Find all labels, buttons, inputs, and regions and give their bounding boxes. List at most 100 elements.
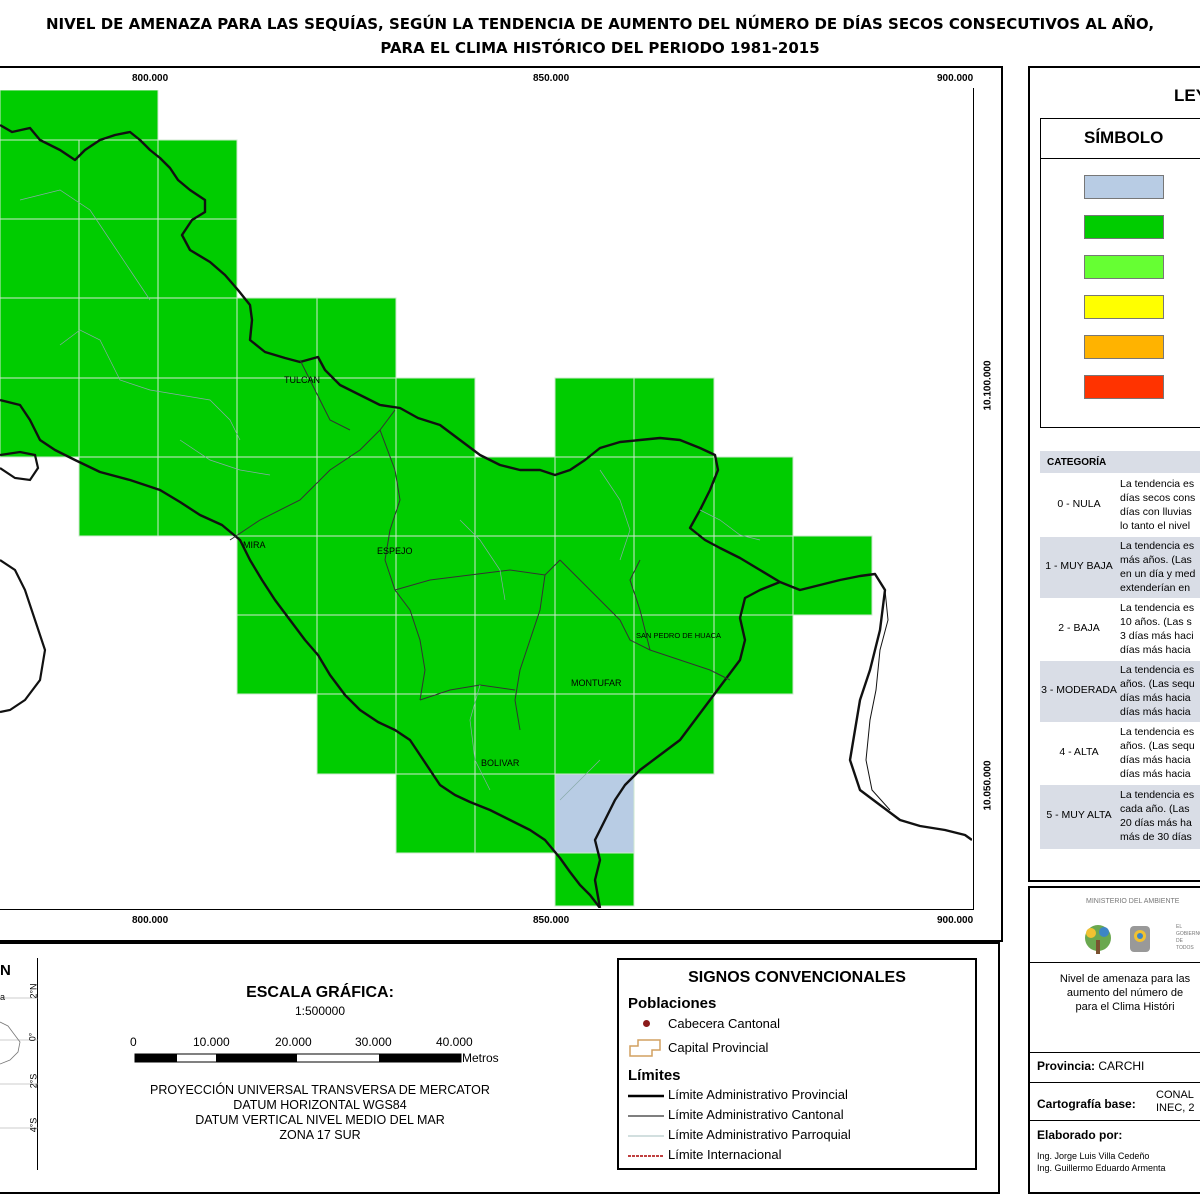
cartografia-label: Cartografía base:: [1037, 1097, 1136, 1111]
grid-cell: [395, 614, 476, 695]
y-tick-10050000: 10.050.000: [982, 760, 994, 811]
category-row: 3 - MODERADA La tendencia es años. (Las s…: [1040, 661, 1200, 722]
ministry-label: MINISTERIO DEL AMBIENTE: [1086, 898, 1180, 905]
place-label-san-pedro-de-huaca: SAN PEDRO DE HUACA: [636, 631, 722, 640]
provincia-value: CARCHI: [1098, 1059, 1145, 1073]
x-tick-bottom-800: 800.000: [132, 915, 169, 926]
category-desc: La tendencia es más años. (Las en un día y…: [1120, 540, 1196, 594]
scale-unit: Metros: [462, 1051, 499, 1065]
legend-swatch-2: [1084, 255, 1164, 279]
grid-cell: [633, 456, 715, 537]
map-title: NIVEL DE AMENAZA PARA LAS SEQUÍAS, SEGÚN…: [0, 12, 1200, 60]
threat-grid: [0, 90, 873, 907]
grid-cell: [236, 456, 318, 537]
cartografia-value: CONAL INEC, 2: [1156, 1089, 1195, 1114]
provincia-label: Provincia:: [1037, 1059, 1096, 1073]
category-name: 2 - BAJA: [1058, 622, 1100, 634]
signs-limit-cantonal: Límite Administrativo Cantonal: [668, 1107, 844, 1122]
category-table: CATEGORÍA 0 - NULA La tendencia es días s…: [1040, 451, 1200, 857]
provincia-row: Provincia: CARCHI: [1037, 1059, 1144, 1073]
grid-cell: [713, 535, 794, 616]
signs-limit-provincial: Límite Administrativo Provincial: [668, 1087, 848, 1102]
grid-cell: [78, 139, 159, 220]
scale-tick-10000: 10.000: [193, 1035, 230, 1049]
category-header-row: CATEGORÍA: [1040, 451, 1200, 473]
signs-poblaciones: Poblaciones: [628, 995, 717, 1012]
info-divider-2: [1030, 1052, 1200, 1053]
grid-cell: [633, 693, 715, 775]
x-tick-top-900: 900.000: [937, 73, 974, 84]
grid-cell: [236, 377, 318, 458]
signs-limit-international: Límite Internacional: [668, 1147, 782, 1162]
grid-cell: [713, 614, 794, 695]
signs-limit-parroquial: Límite Administrativo Parroquial: [668, 1127, 851, 1142]
grid-cell: [554, 693, 635, 775]
inset-lat-2s: 2°S: [28, 1073, 39, 1089]
grid-cell: [395, 456, 476, 537]
grid-cell: [474, 614, 556, 695]
inset-lat-0: 0°: [27, 1032, 38, 1042]
category-row: 2 - BAJA La tendencia es 10 años. (Las s3…: [1040, 599, 1200, 660]
place-label-espejo: ESPEJO: [377, 546, 413, 556]
x-tick-bottom-850: 850.000: [533, 915, 570, 926]
cabecera-dot-icon: [643, 1020, 650, 1027]
capital-provincial-icon: [629, 1039, 661, 1057]
grid-cell: [78, 218, 159, 299]
scale-ratio: 1:500000: [294, 1004, 346, 1018]
scale-tick-0: 0: [130, 1035, 137, 1049]
grid-cell: [633, 377, 715, 458]
category-row: 0 - NULA La tendencia es días secos cons d…: [1040, 475, 1200, 536]
grid-cell: [157, 297, 238, 379]
inset-map: [0, 997, 38, 1129]
x-tick-top-850: 850.000: [533, 73, 570, 84]
grid-cell: [474, 535, 556, 616]
category-row: 5 - MUY ALTA La tendencia es cada año. (L…: [1040, 785, 1200, 849]
category-name: 1 - MUY BAJA: [1045, 560, 1113, 572]
inset-lat-4s: 4°S: [28, 1117, 39, 1133]
signs-title: SIGNOS CONVENCIONALES: [688, 969, 906, 986]
limit-cantonal-icon: [628, 1115, 664, 1117]
scale-tick-20000: 20.000: [275, 1035, 312, 1049]
category-header: CATEGORÍA: [1047, 457, 1107, 468]
author-1: Ing. Jorge Luis Villa Cedeño: [1037, 1151, 1150, 1161]
signs-cabecera: Cabecera Cantonal: [668, 1016, 781, 1031]
grid-cell: [395, 693, 476, 775]
map-title-line1: NIVEL DE AMENAZA PARA LAS SEQUÍAS, SEGÚN…: [45, 15, 1155, 33]
category-name: 5 - MUY ALTA: [1046, 809, 1112, 821]
grid-cell: [554, 456, 635, 537]
category-desc: La tendencia es años. (Las sequ días más h…: [1120, 726, 1195, 780]
legend-swatch-5: [1084, 375, 1164, 399]
x-tick-bottom-900: 900.000: [937, 915, 974, 926]
legend-swatch-3: [1084, 295, 1164, 319]
signs-limites: Límites: [628, 1067, 681, 1084]
x-tick-top-800: 800.000: [132, 73, 169, 84]
scale-tick-30000: 30.000: [355, 1035, 392, 1049]
elaborado-label: Elaborado por:: [1037, 1128, 1123, 1142]
info-description: Nivel de amenaza para las aumento del nú…: [1059, 973, 1191, 1013]
grid-cell: [395, 377, 476, 458]
grid-cell: [0, 377, 80, 458]
limit-parroquial-icon: [628, 1135, 664, 1137]
category-name: 0 - NULA: [1057, 498, 1101, 510]
info-divider-3: [1030, 1082, 1200, 1083]
grid-cell: [0, 90, 159, 141]
author-2: Ing. Guillermo Eduardo Armenta: [1037, 1163, 1166, 1173]
inset-lat-2n: 2°N: [28, 983, 39, 999]
legend-header: LEY: [1174, 86, 1200, 105]
grid-cell: [474, 773, 556, 854]
info-divider-4: [1030, 1120, 1200, 1121]
category-row: 4 - ALTA La tendencia es años. (Las sequ d…: [1040, 723, 1200, 784]
scale-tick-40000: 40.000: [436, 1035, 473, 1049]
grid-cell: [554, 535, 635, 616]
limit-international-icon: [628, 1155, 664, 1157]
legend-symbol-header: SÍMBOLO: [1084, 128, 1164, 147]
scale-title: ESCALA GRÁFICA:: [246, 984, 394, 1001]
gov-label: EL GOBIERNO DE TODOS: [1176, 924, 1200, 951]
place-label-tulcan: TULCAN: [284, 375, 321, 385]
y-tick-10100000: 10.100.000: [982, 360, 994, 411]
projection-text: PROYECCIÓN UNIVERSAL TRANSVERSA DE MERCA…: [150, 1083, 490, 1142]
international-boundary: [865, 589, 891, 811]
map-canvas: [0, 90, 972, 908]
legend-swatch-1: [1084, 215, 1164, 239]
category-desc: La tendencia es cada año. (Las 20 días más…: [1120, 789, 1195, 843]
